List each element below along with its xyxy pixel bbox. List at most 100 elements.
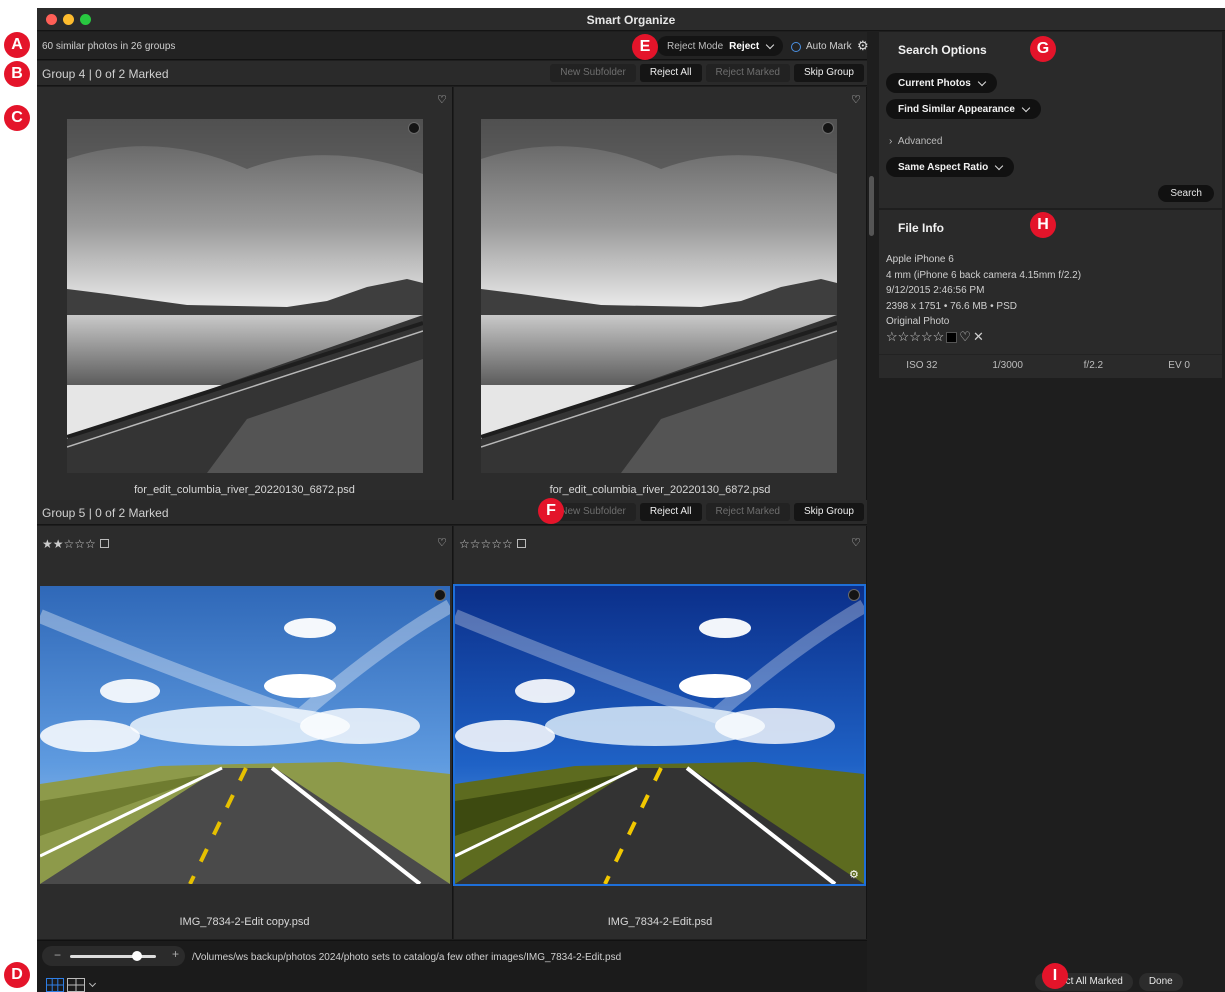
group-header: Group 4 | 0 of 2 Marked New Subfolder Re… (37, 61, 867, 86)
photo-thumbnail[interactable] (481, 119, 837, 473)
similar-photos-summary: 60 similar photos in 26 groups (42, 41, 176, 52)
aspect-ratio-dropdown[interactable]: Same Aspect Ratio (886, 157, 1015, 177)
photo-filename: IMG_7834-2-Edit.psd (607, 916, 713, 928)
slider-knob[interactable] (132, 951, 142, 961)
mark-toggle[interactable] (848, 589, 860, 601)
zoom-in-icon[interactable]: + (172, 947, 179, 961)
advanced-label: Advanced (897, 136, 943, 147)
rating-stars: ★★☆☆☆ (42, 537, 96, 551)
dimensions-size: 2398 x 1751 • 76.6 MB • PSD (886, 301, 1017, 312)
heart-icon[interactable]: ♡ (959, 329, 971, 345)
group-title: Group 4 | 0 of 2 Marked (42, 67, 169, 81)
skip-group-button[interactable]: Skip Group (793, 503, 864, 521)
checkbox-icon[interactable] (99, 539, 109, 548)
chevron-down-icon (994, 161, 1004, 170)
rating-controls: ☆☆☆☆☆ ♡ ✕ (886, 329, 984, 345)
photo-cell[interactable]: ♡ for_edit_columbia_river_20220130_6872.… (37, 87, 453, 500)
gear-icon[interactable]: ⚙ (849, 868, 859, 881)
photo-source: Original Photo (886, 316, 950, 327)
search-button[interactable]: Search (1158, 185, 1214, 202)
reject-marked-button[interactable]: Reject Marked (705, 503, 790, 521)
chevron-right-icon: › (889, 136, 893, 147)
file-info-title: File Info (898, 221, 944, 235)
gear-icon[interactable]: ⚙ (857, 38, 869, 54)
callout-badge-b: B (4, 61, 30, 87)
aperture-value: f/2.2 (1083, 360, 1104, 371)
skip-group-button[interactable]: Skip Group (793, 64, 864, 82)
source-dropdown[interactable]: Current Photos (886, 73, 997, 93)
find-similar-dropdown[interactable]: Find Similar Appearance (886, 99, 1041, 119)
callout-badge-e: E (632, 34, 658, 60)
done-button[interactable]: Done (1138, 973, 1183, 991)
capture-date: 9/12/2015 2:46:56 PM (886, 285, 985, 296)
source-value: Current Photos (898, 77, 971, 89)
new-subfolder-button[interactable]: New Subfolder (550, 64, 636, 82)
compare-view-icon[interactable] (67, 978, 85, 992)
file-path: /Volumes/ws backup/photos 2024/photo set… (192, 952, 622, 963)
reject-mode-label: Reject Mode (667, 40, 724, 52)
mark-toggle[interactable] (408, 122, 420, 134)
chevron-down-icon (765, 40, 775, 49)
rating-stars: ☆☆☆☆☆ (459, 537, 513, 551)
photo-thumbnail[interactable] (40, 586, 450, 884)
chevron-down-icon (977, 77, 987, 86)
window-title: Smart Organize (586, 13, 676, 27)
reject-all-button[interactable]: Reject All (639, 64, 702, 82)
group-title: Group 5 | 0 of 2 Marked (42, 506, 169, 520)
reject-all-button[interactable]: Reject All (639, 503, 702, 521)
callout-badge-h: H (1030, 212, 1056, 238)
callout-badge-f: F (538, 498, 564, 524)
heart-icon[interactable]: ♡ (437, 536, 447, 549)
reject-mode-dropdown[interactable]: Reject Mode Reject (657, 36, 784, 56)
chevron-down-icon (1021, 103, 1031, 112)
photo-filename: for_edit_columbia_river_20220130_6872.ps… (134, 484, 355, 496)
group-header: Group 5 | 0 of 2 Marked New Subfolder Re… (37, 500, 867, 525)
photo-filename: for_edit_columbia_river_20220130_6872.ps… (549, 484, 771, 496)
star-rating[interactable]: ★★☆☆☆ (42, 537, 109, 551)
bottom-bar: − + /Volumes/ws backup/photos 2024/photo… (37, 940, 867, 992)
advanced-disclosure[interactable]: › Advanced (889, 136, 942, 147)
star-rating[interactable]: ☆☆☆☆☆ (886, 329, 944, 345)
right-panel: Search Options Current Photos Find Simil… (879, 32, 1225, 992)
ev-value: EV 0 (1168, 360, 1190, 371)
title-bar: Smart Organize (37, 8, 1225, 31)
callout-badge-a: A (4, 32, 30, 58)
star-rating[interactable]: ☆☆☆☆☆ (459, 537, 526, 551)
zoom-out-icon[interactable]: − (54, 948, 61, 962)
iso-value: ISO 32 (906, 360, 938, 371)
grid-view-icon[interactable] (46, 978, 64, 992)
photo-cell[interactable]: ★★☆☆☆ ♡ IMG_7834-2-Edit copy.psd (37, 526, 453, 939)
heart-icon[interactable]: ♡ (437, 93, 447, 106)
mark-toggle[interactable] (434, 589, 446, 601)
photo-cell[interactable]: ♡ for_edit_columbia_river_20220130_6872.… (454, 87, 867, 500)
scrollbar-thumb[interactable] (869, 176, 874, 236)
slider-track (70, 955, 156, 958)
exif-bar: ISO 32 1/3000 f/2.2 EV 0 (879, 354, 1222, 376)
radio-circle-icon (791, 41, 801, 52)
heart-icon[interactable]: ♡ (851, 93, 861, 106)
view-mode-switcher (46, 978, 97, 992)
mode-value: Find Similar Appearance (898, 103, 1015, 115)
auto-mark-label: Auto Mark (806, 41, 852, 52)
lens-info: 4 mm (iPhone 6 back camera 4.15mm f/2.2) (886, 270, 1082, 281)
checkbox-icon[interactable] (516, 539, 526, 548)
aspect-value: Same Aspect Ratio (898, 161, 989, 173)
top-toolbar: 60 similar photos in 26 groups Reject Mo… (37, 32, 869, 60)
reject-marked-button[interactable]: Reject Marked (705, 64, 790, 82)
reject-mode-value: Reject (729, 40, 760, 52)
chevron-down-icon[interactable] (88, 979, 97, 988)
auto-mark-toggle[interactable]: Auto Mark (791, 41, 852, 52)
heart-icon[interactable]: ♡ (851, 536, 861, 549)
callout-badge-d: D (4, 962, 30, 988)
thumbnail-zoom-slider[interactable]: − + (42, 946, 185, 966)
photo-thumbnail-selected[interactable]: ⚙ (453, 584, 866, 886)
shutter-value: 1/3000 (992, 360, 1023, 371)
camera-model: Apple iPhone 6 (886, 254, 954, 265)
callout-badge-i: I (1042, 963, 1068, 989)
reject-x-icon[interactable]: ✕ (973, 329, 984, 345)
photo-thumbnail[interactable] (67, 119, 423, 473)
photo-cell[interactable]: ☆☆☆☆☆ ♡ ⚙ IMG_7834-2-Edit.psd (453, 526, 867, 939)
mark-toggle[interactable] (822, 122, 834, 134)
color-label-swatch[interactable] (946, 331, 958, 343)
photo-filename: IMG_7834-2-Edit copy.psd (179, 916, 310, 928)
